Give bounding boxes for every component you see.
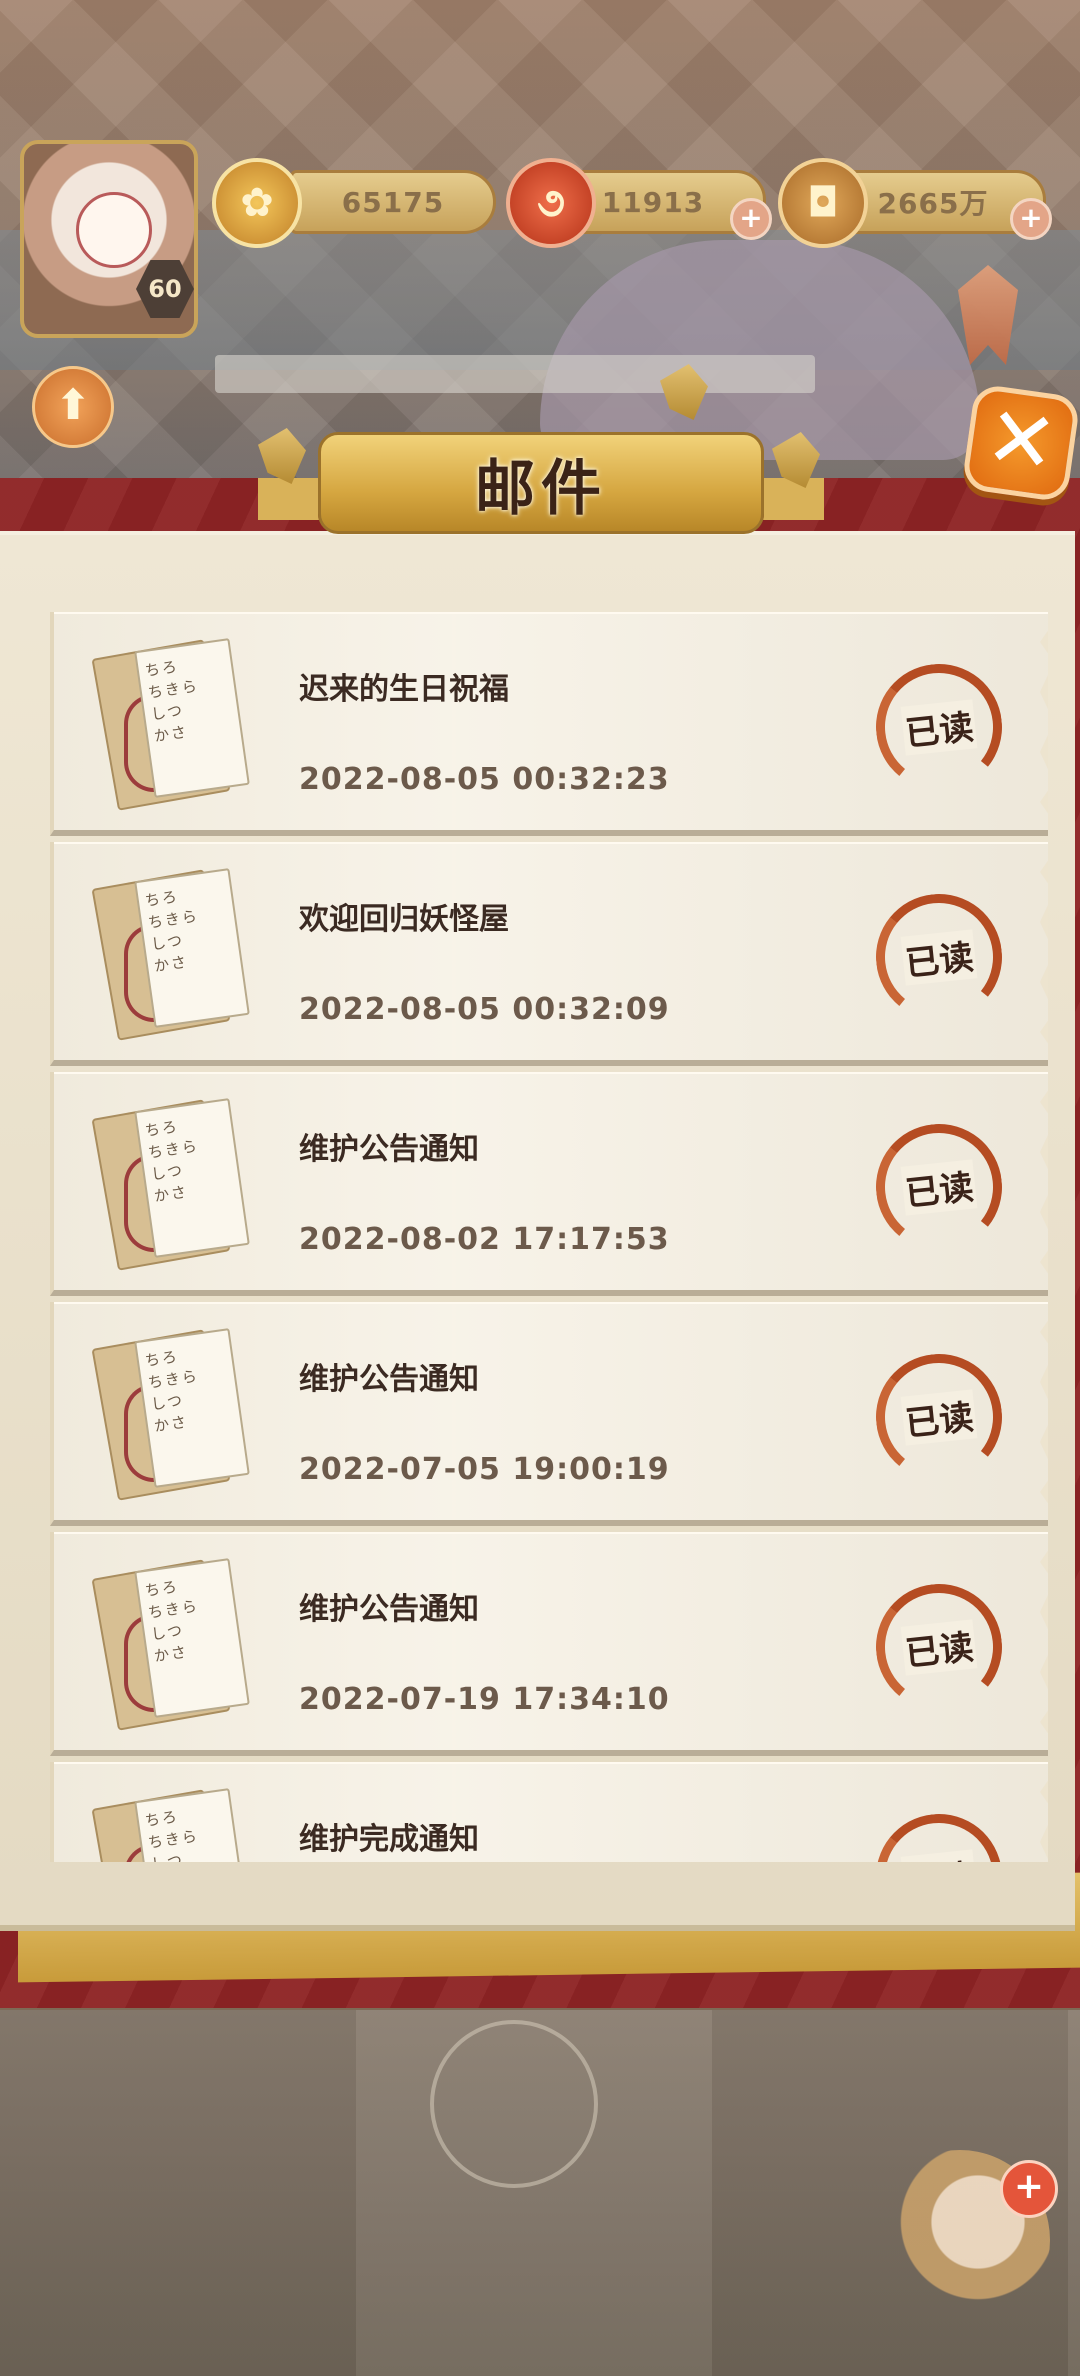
gold-counter: 65175 [290, 170, 496, 234]
mail-title: 维护公告通知 [299, 1362, 479, 1397]
mail-date: 2022-07-19 17:34:10 [299, 1682, 670, 1717]
read-status-stamp: 已读 [869, 1117, 1009, 1257]
up-arrow-icon[interactable]: ⬆ [32, 366, 114, 448]
letter-envelope-icon: ちろちきらしつかさ [91, 1784, 254, 1862]
mail-item[interactable]: ちろ ちきら しつ かさ 维护公告通知 2022-07-05 19:00:19 已读 [50, 1302, 1048, 1526]
read-status-stamp: 已读 [869, 1347, 1009, 1487]
mail-title: 迟来的生日祝福 [299, 672, 509, 707]
mail-item[interactable]: ちろちきらしつかさ 维护完成通知 已读 [50, 1762, 1048, 1862]
close-button[interactable]: ✕ [961, 383, 1080, 503]
add-coin-button[interactable]: + [1010, 198, 1052, 240]
chrysanthemum-coin-icon: ✿ [212, 158, 302, 248]
background-bar [215, 355, 815, 393]
mail-date: 2022-07-05 19:00:19 [299, 1452, 670, 1487]
add-jade-button[interactable]: + [730, 198, 772, 240]
read-status-label: 已读 [900, 1388, 978, 1446]
read-status-label: 已读 [900, 928, 978, 986]
read-status-stamp: 已读 [869, 657, 1009, 797]
mail-title: 维护完成通知 [299, 1822, 479, 1857]
read-status-stamp: 已读 [869, 1577, 1009, 1717]
mail-list[interactable]: ちろ ちきら しつ かさ 迟来的生日祝福 2022-08-05 00:32:23 已读… [50, 612, 1048, 1862]
page-title: 邮件 [475, 453, 607, 524]
mail-date: 2022-08-02 17:17:53 [299, 1222, 670, 1257]
mail-title: 维护公告通知 [299, 1132, 479, 1167]
square-hole-coin-icon: ◘ [778, 158, 868, 248]
mail-item[interactable]: ちろ ちきら しつ かさ 迟来的生日祝福 2022-08-05 00:32:23 已读 [50, 612, 1048, 836]
letter-envelope-icon: ちろちきらしつかさ [91, 1324, 254, 1504]
letter-envelope-icon: ちろちきらしつかさ [91, 1094, 254, 1274]
mail-title: 欢迎回归妖怪屋 [299, 902, 509, 937]
magatama-icon: ૭ [506, 158, 596, 248]
read-status-label: 已读 [900, 698, 978, 756]
mail-date: 2022-08-05 00:32:09 [299, 992, 670, 1027]
mail-item[interactable]: ちろ ちきら しつ かさ 维护公告通知 2022-07-19 17:34:10 已读 [50, 1532, 1048, 1756]
read-status-label: 已读 [900, 1158, 978, 1216]
read-status-stamp: 已读 [869, 1807, 1009, 1862]
read-status-stamp: 已读 [869, 887, 1009, 1027]
mail-title: 维护公告通知 [299, 1592, 479, 1627]
letter-envelope-icon: ちろちきらしつかさ [91, 864, 254, 1044]
letter-envelope-icon: ちろちきらしつかさ [91, 1554, 254, 1734]
avatar-face [76, 192, 152, 268]
close-icon: ✕ [979, 386, 1064, 494]
background-ring [430, 2020, 598, 2188]
letter-envelope-icon: ちろちきらしつかさ [91, 634, 254, 814]
mail-date: 2022-08-05 00:32:23 [299, 762, 670, 797]
read-status-label: 已读 [900, 1848, 978, 1862]
mail-title-plaque: 邮件 [318, 432, 764, 534]
read-status-label: 已读 [900, 1618, 978, 1676]
mail-item[interactable]: ちろ ちきら しつ かさ 维护公告通知 2022-08-02 17:17:53 已读 [50, 1072, 1048, 1296]
notification-badge: + [1000, 2160, 1058, 2218]
mail-item[interactable]: ちろ ちきら しつ かさ 欢迎回归妖怪屋 2022-08-05 00:32:09 已读 [50, 842, 1048, 1066]
